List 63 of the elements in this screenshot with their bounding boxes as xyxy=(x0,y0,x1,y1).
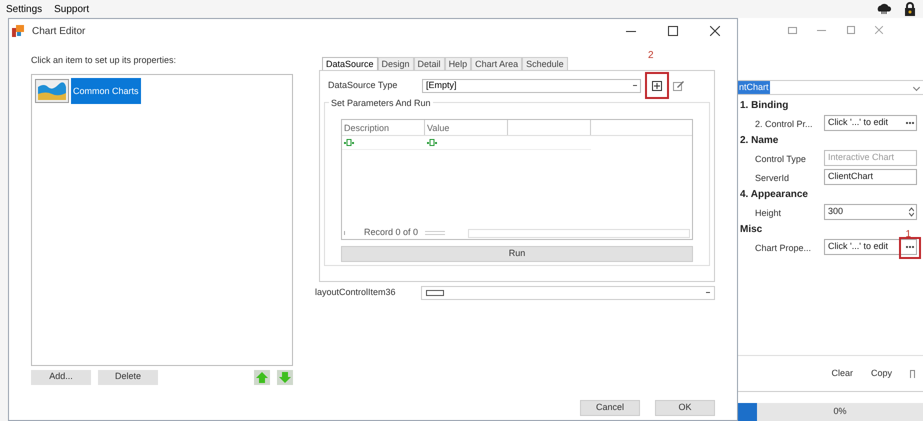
restore-icon[interactable] xyxy=(788,26,798,34)
pin-icon[interactable] xyxy=(910,370,915,378)
property-field[interactable]: 300 xyxy=(824,204,917,220)
property-label: Chart Prope... xyxy=(755,243,812,253)
category-label: Misc xyxy=(740,223,762,237)
property-field[interactable]: Click '...' to edit xyxy=(824,115,917,131)
status-indicator xyxy=(738,403,757,421)
category-label: 2. Name xyxy=(740,134,778,148)
color-dropdown[interactable] xyxy=(421,286,715,300)
tab[interactable]: Help xyxy=(444,57,472,70)
object-selector[interactable]: ntChart xyxy=(738,80,923,95)
list-button[interactable]: Delete xyxy=(98,370,158,384)
highlight-frame xyxy=(899,237,921,259)
record-counter: Record 0 of 0 xyxy=(364,226,418,240)
field-label: DataSource Type xyxy=(327,78,398,92)
property-field[interactable]: Click '...' to edit xyxy=(824,239,917,255)
edit-icon[interactable] xyxy=(673,80,685,91)
action-link[interactable]: Clear xyxy=(831,366,853,380)
column-header[interactable]: Description xyxy=(342,120,425,135)
lock-icon[interactable] xyxy=(903,2,917,16)
chart-editor-logo-icon xyxy=(12,25,26,37)
arrow-down-icon[interactable] xyxy=(277,370,293,384)
field-label: layoutControlItem36 xyxy=(315,286,397,299)
instruction-label: Click an item to set up its properties: xyxy=(31,54,178,67)
property-label: 2. Control Pr... xyxy=(755,119,813,129)
area-chart-icon xyxy=(35,78,69,102)
add-button[interactable] xyxy=(645,72,669,99)
tab[interactable]: Design xyxy=(378,57,414,70)
progress-reading: 0% xyxy=(833,405,846,418)
annotation-number: 1 xyxy=(905,228,911,242)
maximize-icon[interactable] xyxy=(668,26,678,36)
cloud-icon[interactable] xyxy=(877,3,891,15)
menu-item[interactable]: Settings xyxy=(6,2,42,16)
menu-item[interactable]: Support xyxy=(54,2,90,16)
horizontal-scrollbar[interactable] xyxy=(468,228,690,238)
spin-icon[interactable] xyxy=(909,207,914,217)
new-row-icon xyxy=(427,139,437,146)
close-icon[interactable] xyxy=(710,26,720,36)
chart-list-item[interactable]: Common Charts xyxy=(35,78,289,104)
window-title: Chart Editor xyxy=(32,24,86,38)
category-label: 1. Binding xyxy=(740,99,788,113)
plus-icon xyxy=(652,80,662,90)
property-field[interactable]: ClientChart xyxy=(824,169,917,185)
list-button[interactable]: Add... xyxy=(31,370,91,384)
property-label: Control Type xyxy=(755,154,806,164)
tab[interactable]: Detail xyxy=(414,57,445,70)
dialog-button[interactable]: Cancel xyxy=(580,400,640,416)
tab[interactable]: DataSource xyxy=(322,57,378,70)
category-label: 4. Appearance xyxy=(740,188,808,202)
new-row-icon xyxy=(344,139,354,146)
action-link[interactable]: Copy xyxy=(870,366,892,380)
run-button[interactable]: Run xyxy=(341,246,693,262)
datasource-dropdown[interactable]: [Empty] xyxy=(422,78,641,92)
minimize-icon[interactable] xyxy=(626,30,636,32)
dialog-button[interactable]: OK xyxy=(655,400,715,416)
tab[interactable]: Chart Area xyxy=(471,57,522,70)
property-label: ServerId xyxy=(755,173,790,183)
property-label: Height xyxy=(755,208,782,218)
color-swatch-icon xyxy=(426,290,444,296)
arrow-up-icon[interactable] xyxy=(254,370,270,384)
annotation-number: 2 xyxy=(648,49,654,63)
tab[interactable]: Schedule xyxy=(522,57,568,70)
column-header[interactable]: Value xyxy=(425,120,508,135)
